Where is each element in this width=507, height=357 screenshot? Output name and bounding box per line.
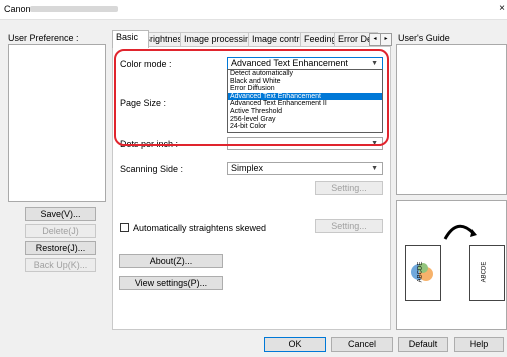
straighten-label: Automatically straightens skewed <box>133 223 267 233</box>
back-page-icon: ABCDE <box>469 245 505 301</box>
backup-button[interactable]: Back Up(K)... <box>25 258 96 272</box>
tab-image-processing[interactable]: Image processing <box>180 32 257 47</box>
close-icon[interactable]: × <box>499 3 505 14</box>
window-title-blurred <box>30 6 118 12</box>
flip-arrow-icon <box>443 224 477 240</box>
save-button[interactable]: Save(V)... <box>25 207 96 221</box>
front-page-text: ABCDE <box>417 261 424 283</box>
chevron-down-icon: ▼ <box>371 165 378 172</box>
highlight-frame <box>114 49 389 146</box>
scanning-side-value: Simplex <box>231 163 264 173</box>
user-preference-label: User Preference : <box>8 33 79 43</box>
default-button[interactable]: Default <box>398 337 448 352</box>
tab-basic[interactable]: Basic <box>112 30 149 48</box>
scan-preview-area: ABCDE ABCDE <box>396 200 507 330</box>
users-guide-label: User's Guide <box>398 33 450 43</box>
scanning-side-setting-button[interactable]: Setting... <box>315 181 383 195</box>
back-page-text: ABCDE <box>481 261 488 283</box>
window-title: Canon <box>4 4 31 14</box>
straighten-checkbox[interactable] <box>120 223 129 232</box>
scanning-side-select[interactable]: Simplex ▼ <box>227 162 383 175</box>
title-bar: Canon × <box>0 0 507 20</box>
user-preference-list[interactable] <box>8 44 106 202</box>
restore-button[interactable]: Restore(J)... <box>25 241 96 255</box>
help-button[interactable]: Help <box>454 337 504 352</box>
about-button[interactable]: About(Z)... <box>119 254 223 268</box>
straighten-setting-button[interactable]: Setting... <box>315 219 383 233</box>
view-settings-button[interactable]: View settings(P)... <box>119 276 223 290</box>
delete-button[interactable]: Delete(J) <box>25 224 96 238</box>
front-page-icon: ABCDE <box>405 245 441 301</box>
scanning-side-label: Scanning Side : <box>120 164 184 174</box>
tab-scroll-right-icon[interactable]: ▸ <box>380 33 392 46</box>
cancel-button[interactable]: Cancel <box>331 337 393 352</box>
ok-button[interactable]: OK <box>264 337 326 352</box>
users-guide-area <box>396 44 507 195</box>
